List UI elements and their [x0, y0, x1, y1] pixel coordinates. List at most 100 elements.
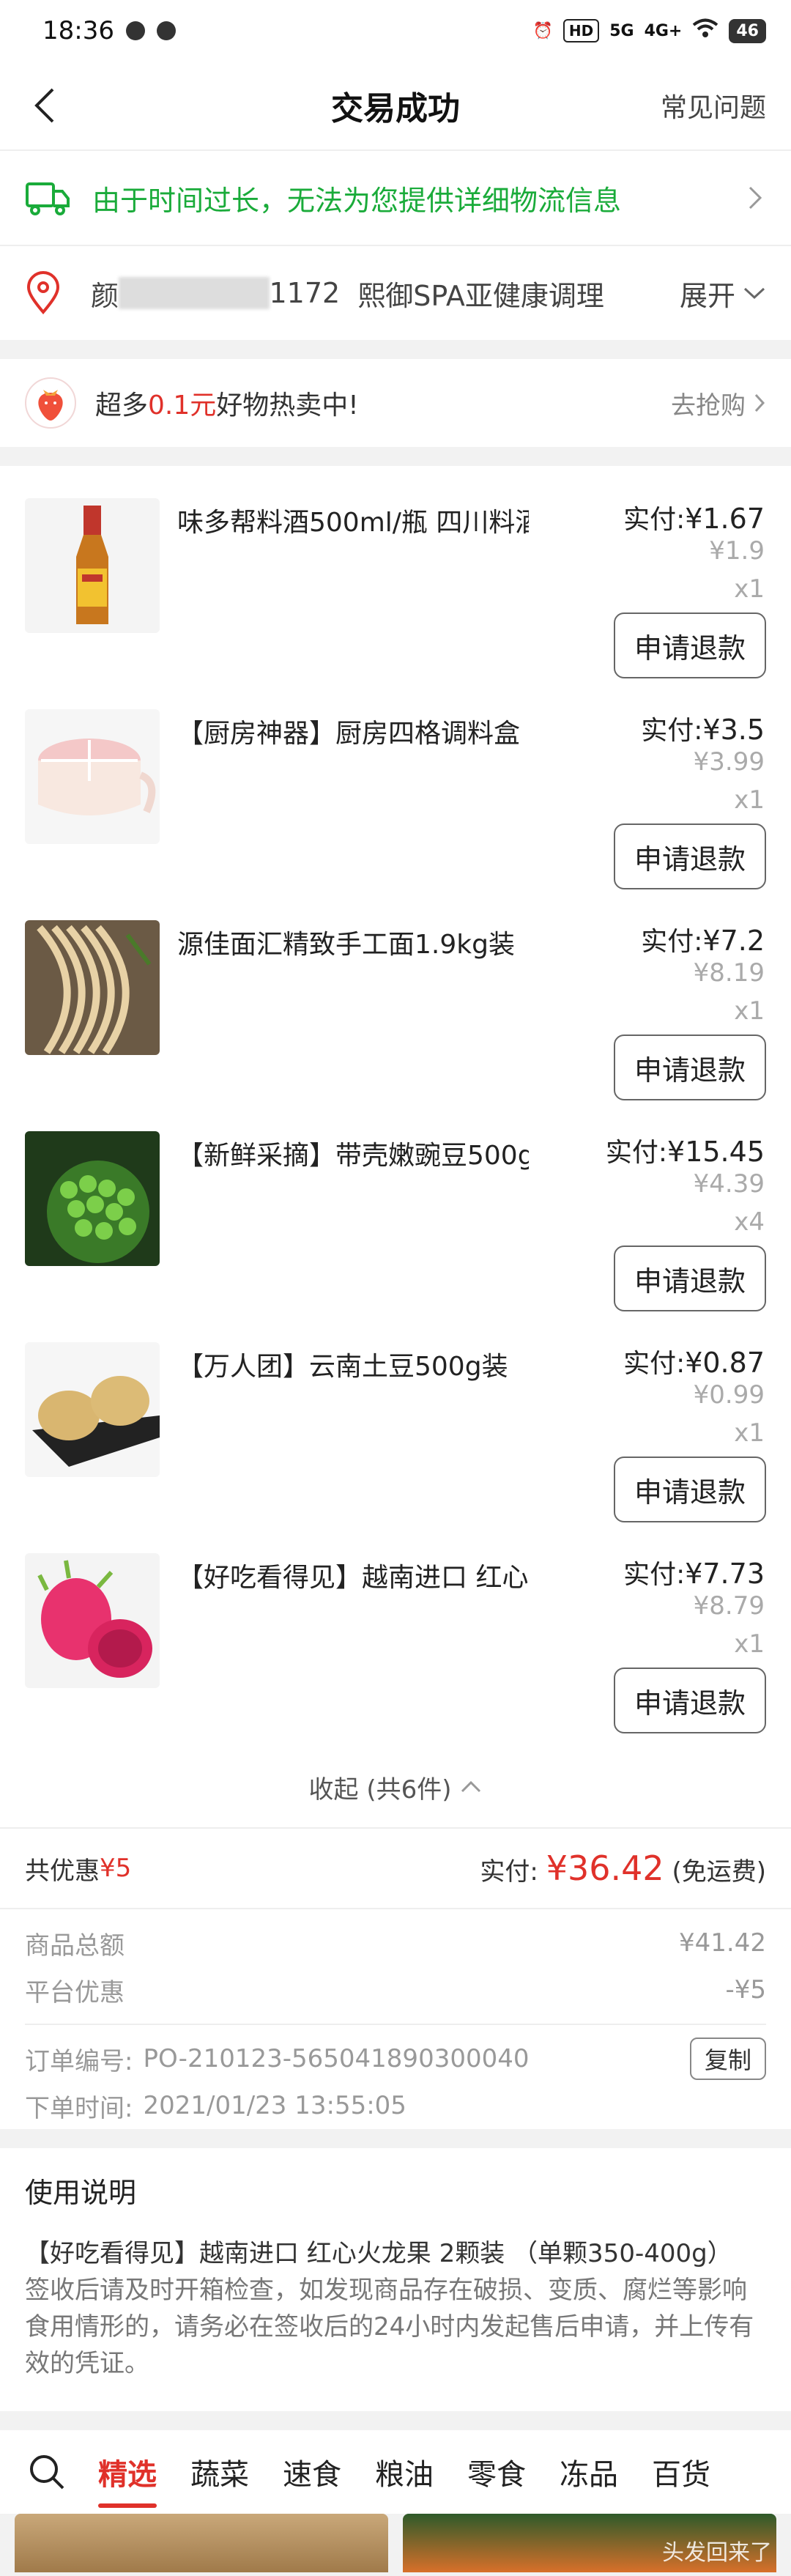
- title-bar: 交易成功 常见问题: [0, 62, 791, 149]
- order-time-row: 下单时间: 2021/01/23 13:55:05: [25, 2082, 766, 2129]
- page-title: 交易成功: [331, 90, 460, 127]
- product-name: 【厨房神器】厨房四格调料盒: [177, 719, 521, 749]
- alarm-icon: ⏰: [532, 21, 553, 40]
- address-row[interactable]: 颜 1352070 1172 熙御SPA亚健康调理 展开: [0, 245, 791, 340]
- promo-highlight: 0.1元: [148, 391, 217, 421]
- refund-button[interactable]: 申请退款: [614, 1246, 766, 1311]
- tab-grain-oil[interactable]: 粮油: [375, 2451, 434, 2493]
- order-time-label: 下单时间:: [25, 2093, 133, 2123]
- order-number-row: 订单编号: PO-210123-565041890300040 复制: [25, 2035, 766, 2082]
- order-detail: 商品总额 ¥41.42 平台优惠 -¥5 订单编号: PO-210123-565…: [0, 1908, 791, 2129]
- category-tabs: 精选 蔬菜 速食 粮油 零食 冻品 百货: [0, 2430, 791, 2514]
- strawberry-logo-icon: [25, 377, 76, 429]
- logistics-row[interactable]: 由于时间过长，无法为您提供详细物流信息: [0, 149, 791, 245]
- total-paid: 实付: ¥36.42 (免运费): [480, 1848, 766, 1888]
- refund-button[interactable]: 申请退款: [614, 612, 766, 678]
- product-image-potatoes: [25, 1342, 160, 1477]
- message-icon: [156, 21, 176, 40]
- goods-total-label: 商品总额: [25, 1931, 125, 1961]
- order-number-label: 订单编号:: [25, 2046, 133, 2076]
- paid-amount: 实付:¥7.2: [641, 920, 765, 958]
- redacted-phone: 1352070: [119, 277, 270, 309]
- goods-total-row: 商品总额 ¥41.42: [25, 1920, 766, 1966]
- list-item[interactable]: 【好吃看得见】越南进口 红心火龙果 实付:¥7.73 ¥8.79 x1 申请退款: [0, 1536, 791, 1747]
- tab-fast-food[interactable]: 速食: [283, 2451, 341, 2493]
- original-price: ¥8.79: [693, 1591, 765, 1621]
- paid-value: ¥15.45: [667, 1136, 765, 1168]
- paid-amount: 实付:¥0.87: [623, 1342, 765, 1380]
- recipient-name: 颜: [91, 279, 119, 312]
- product-name: 【万人团】云南土豆500g装: [177, 1352, 508, 1382]
- platform-discount-label: 平台优惠: [25, 1977, 125, 2007]
- quantity: x1: [734, 1629, 765, 1659]
- list-item[interactable]: 【厨房神器】厨房四格调料盒 实付:¥3.5 ¥3.99 x1 申请退款: [0, 692, 791, 903]
- refund-button[interactable]: 申请退款: [614, 1457, 766, 1522]
- paid-amount: 实付:¥3.5: [641, 709, 765, 747]
- faq-link[interactable]: 常见问题: [661, 86, 766, 125]
- chevron-down-icon: [743, 287, 765, 300]
- original-price: ¥0.99: [693, 1380, 765, 1410]
- tab-general-goods[interactable]: 百货: [652, 2451, 710, 2493]
- tab-vegetables[interactable]: 蔬菜: [190, 2451, 249, 2493]
- paid-label: 实付:: [605, 1138, 668, 1168]
- hd-indicator: HD: [562, 19, 600, 42]
- chevron-right-icon: [754, 393, 765, 412]
- platform-discount-row: 平台优惠 -¥5: [25, 1966, 766, 2013]
- usage-notice: 签收后请及时开箱检查，如发现商品存在破损、变质、腐烂等影响食用情形的，请务必在签…: [25, 2276, 754, 2378]
- search-icon[interactable]: [25, 2450, 69, 2494]
- status-bar: 18:36 ⏰ HD 5G 4G+ 46: [0, 0, 791, 62]
- original-price: ¥3.99: [693, 747, 765, 777]
- discount-value: ¥5: [100, 1854, 132, 1883]
- goods-total-value: ¥41.42: [679, 1928, 766, 1958]
- expand-button[interactable]: 展开: [680, 273, 766, 314]
- total-paid-value: ¥36.42: [546, 1848, 664, 1888]
- list-item[interactable]: 【万人团】云南土豆500g装 实付:¥0.87 ¥0.99 x1 申请退款: [0, 1325, 791, 1536]
- feed-card[interactable]: [15, 2514, 388, 2572]
- promo-banner[interactable]: 超多 0.1元 好物热卖中! 去抢购: [0, 359, 791, 447]
- order-number-value: PO-210123-565041890300040: [143, 2044, 530, 2073]
- order-time-value: 2021/01/23 13:55:05: [143, 2091, 406, 2120]
- promo-suffix: 好物热卖中!: [216, 391, 359, 421]
- tab-featured[interactable]: 精选: [98, 2451, 157, 2508]
- quantity: x1: [734, 1418, 765, 1448]
- wifi-icon: [692, 18, 718, 43]
- paid-label: 实付:: [641, 927, 703, 957]
- paid-value: ¥1.67: [685, 503, 765, 535]
- promo-action-label: 去抢购: [671, 391, 746, 421]
- truck-icon: [26, 182, 70, 215]
- expand-label: 展开: [679, 279, 735, 312]
- product-name: 【好吃看得见】越南进口 红心火龙果: [177, 1563, 529, 1593]
- paid-label: 实付:: [623, 1560, 686, 1590]
- discount-label: 共优惠: [25, 1856, 100, 1886]
- collapse-toggle[interactable]: 收起 (共6件): [0, 1747, 791, 1827]
- promo-action[interactable]: 去抢购: [671, 385, 766, 421]
- battery-indicator: 46: [729, 18, 766, 43]
- chevron-up-icon: [461, 1780, 481, 1793]
- list-item[interactable]: 源佳面汇精致手工面1.9kg装 实付:¥7.2 ¥8.19 x1 申请退款: [0, 903, 791, 1114]
- refund-button[interactable]: 申请退款: [614, 1668, 766, 1733]
- refund-button[interactable]: 申请退款: [614, 1035, 766, 1100]
- original-price: ¥4.39: [693, 1169, 765, 1199]
- recipient-address: 熙御SPA亚健康调理: [357, 279, 604, 312]
- product-image-spice-box: [25, 709, 160, 844]
- tab-frozen[interactable]: 冻品: [560, 2451, 618, 2493]
- paid-amount: 实付:¥1.67: [623, 498, 765, 536]
- refund-button[interactable]: 申请退款: [614, 823, 766, 889]
- watermark: 头发回来了: [662, 2540, 772, 2566]
- paid-value: ¥3.5: [702, 714, 765, 746]
- usage-section: 使用说明 【好吃看得见】越南进口 红心火龙果 2颗装 （单颗350-400g） …: [0, 2148, 791, 2411]
- back-icon[interactable]: [25, 84, 69, 127]
- product-image-dragon-fruit: [25, 1553, 160, 1688]
- chevron-right-icon: [749, 186, 762, 210]
- quantity: x1: [734, 785, 765, 815]
- list-item[interactable]: 【新鲜采摘】带壳嫩豌豆500g 实付:¥15.45 ¥4.39 x4 申请退款: [0, 1114, 791, 1325]
- notification-icon: [125, 21, 145, 40]
- tab-snacks[interactable]: 零食: [467, 2451, 526, 2493]
- recipient-phone-visible: 1172: [269, 277, 341, 309]
- location-pin-icon: [26, 271, 60, 315]
- list-item[interactable]: 味多帮料酒500ml/瓶 四川料酒 实付:¥1.67 ¥1.9 x1 申请退款: [0, 481, 791, 692]
- total-paid-label: 实付:: [480, 1857, 538, 1887]
- paid-value: ¥7.73: [685, 1558, 765, 1590]
- copy-button[interactable]: 复制: [689, 2038, 766, 2080]
- promo-prefix: 超多: [95, 391, 149, 421]
